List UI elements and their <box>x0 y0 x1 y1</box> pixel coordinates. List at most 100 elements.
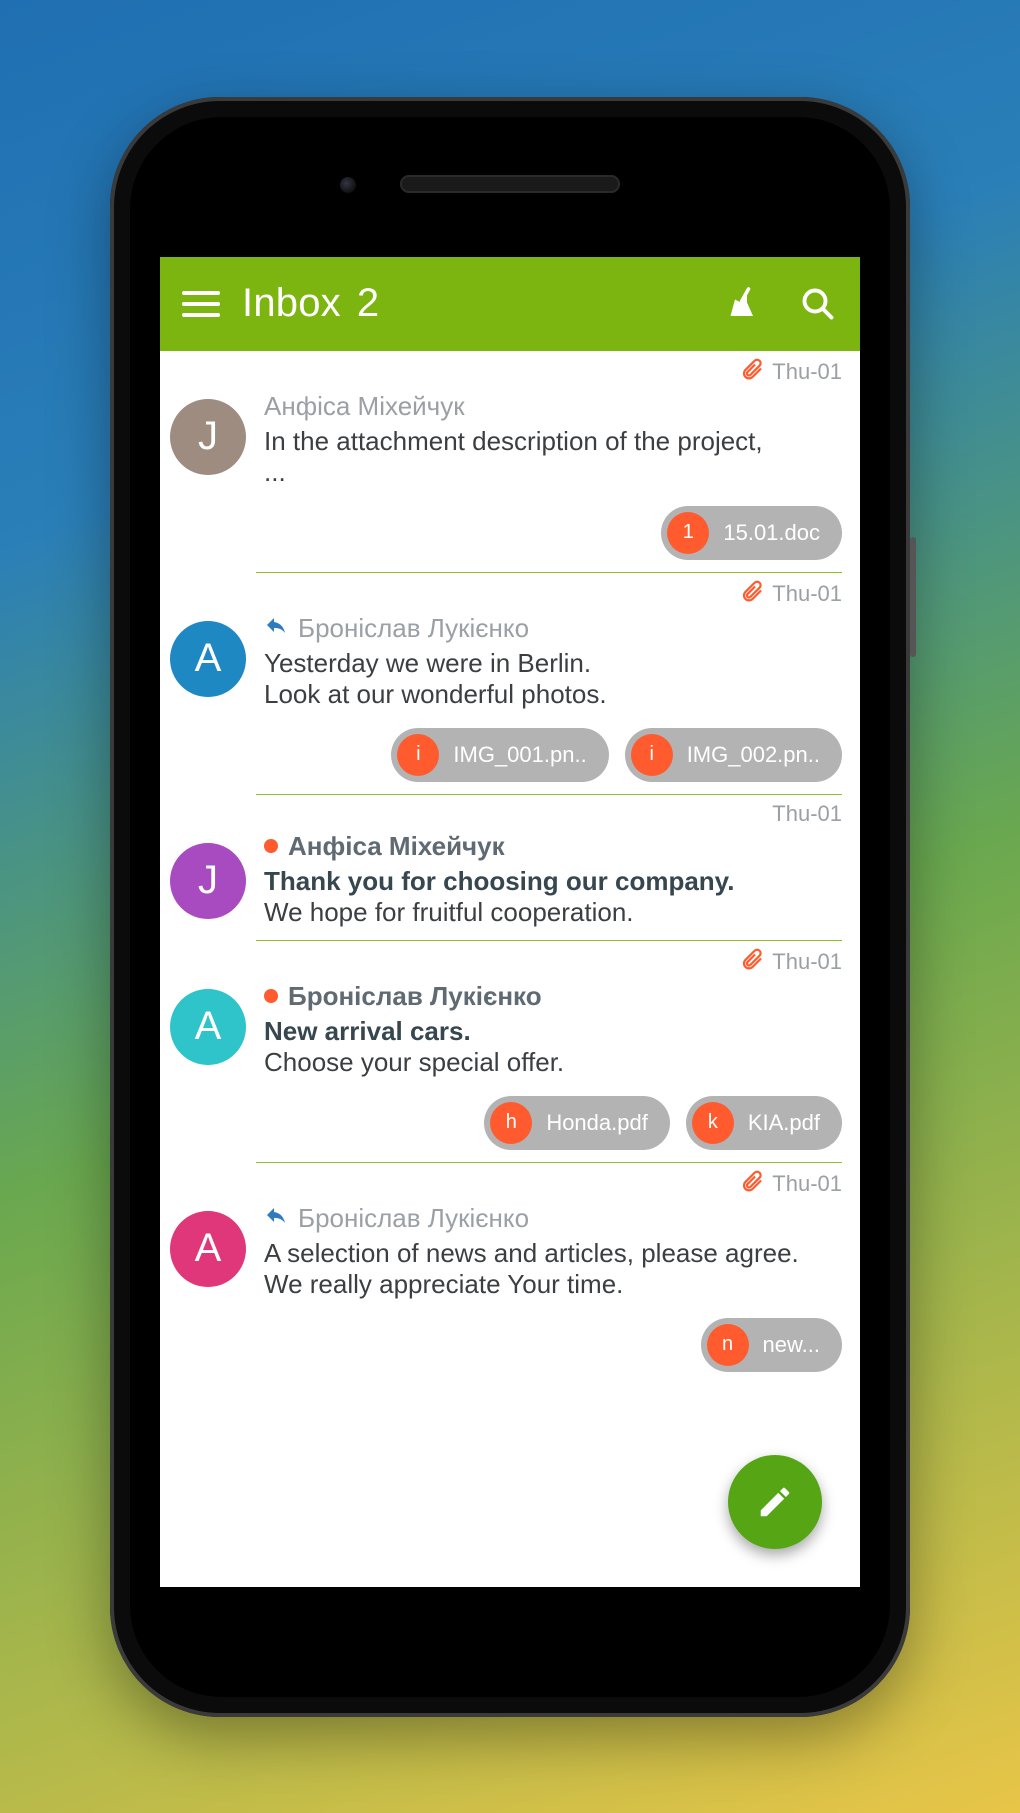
unread-count: 2 <box>357 281 379 326</box>
avatar[interactable]: J <box>170 399 246 475</box>
attachment-chip[interactable]: hHonda.pdf <box>484 1096 670 1150</box>
search-icon <box>800 286 836 322</box>
chip-bullet: i <box>631 734 673 776</box>
message-date: Thu-01 <box>772 581 842 607</box>
avatar-letter: J <box>198 414 218 459</box>
power-button <box>910 537 916 657</box>
attachment-chip[interactable]: 1 15.01.doc <box>661 506 842 560</box>
message-body: Thu-01 Броніслав Лукієнко New arrival cars… <box>256 941 842 1163</box>
message-row[interactable]: A Thu-01 Броніслав Лукієнко New arrival car… <box>160 941 860 1163</box>
avatar[interactable]: A <box>170 621 246 697</box>
page-title: Inbox <box>242 281 341 326</box>
avatar[interactable]: A <box>170 989 246 1065</box>
reply-icon <box>264 1203 288 1234</box>
sender-name: Броніслав Лукієнко <box>298 613 529 644</box>
menu-button[interactable] <box>178 281 224 327</box>
attachment-chip[interactable]: n new... <box>701 1318 842 1372</box>
attachment-icon <box>740 357 764 387</box>
sweep-button[interactable] <box>724 284 764 324</box>
message-date: Thu-01 <box>772 359 842 385</box>
reply-icon <box>264 613 288 644</box>
sender-name: Броніслав Лукієнко <box>298 1203 529 1234</box>
message-body: Thu-01 Анфіса Міхейчук In the attachment d… <box>256 351 842 573</box>
avatar-col: J <box>160 351 256 573</box>
message-row[interactable]: J Thu-01 Анфіса Міхейчук Thank you for choo… <box>160 795 860 941</box>
avatar[interactable]: A <box>170 1211 246 1287</box>
appbar-actions <box>724 284 838 324</box>
compose-button[interactable] <box>728 1455 822 1549</box>
app-screen: Inbox 2 <box>160 257 860 1587</box>
avatar-col: A <box>160 1163 256 1384</box>
chip-label: new... <box>763 1332 820 1358</box>
sender-row: Броніслав Лукієнко <box>264 1203 842 1234</box>
unread-dot-icon <box>264 989 278 1003</box>
attachment-chip-row: hHonda.pdf k KIA.pdf <box>264 1096 842 1150</box>
avatar-letter: A <box>195 636 222 681</box>
preview-line: ... <box>264 457 842 488</box>
sender-name: Анфіса Міхейчук <box>264 391 465 422</box>
message-row[interactable]: J Thu-01 Анфіса Міхейчук In the attachment … <box>160 351 860 573</box>
attachment-chip-row: n new... <box>264 1318 842 1372</box>
phone-inner: Inbox 2 <box>130 117 890 1697</box>
unread-dot-icon <box>264 839 278 853</box>
message-list[interactable]: J Thu-01 Анфіса Міхейчук In the attachment … <box>160 351 860 1587</box>
message-row[interactable]: A Thu-01 Броніслав Лукієнко Yesterday we we… <box>160 573 860 795</box>
attachment-icon <box>740 579 764 609</box>
chip-bullet: k <box>692 1102 734 1144</box>
attachment-chip-row: i IMG_001.pn.. i IMG_002.pn.. <box>264 728 842 782</box>
chip-bullet: h <box>490 1102 532 1144</box>
menu-icon <box>182 291 220 295</box>
chip-label: IMG_001.pn.. <box>453 742 586 768</box>
avatar[interactable]: J <box>170 843 246 919</box>
message-body: Thu-01 Анфіса Міхейчук Thank you for choos… <box>256 795 842 941</box>
preview-line: Look at our wonderful photos. <box>264 679 842 710</box>
subject-line: A selection of news and articles, please… <box>264 1238 842 1269</box>
attachment-chip-row: 1 15.01.doc <box>264 506 842 560</box>
attachment-icon <box>740 1169 764 1199</box>
meta-row: Thu-01 <box>264 795 842 829</box>
chip-label: IMG_002.pn.. <box>687 742 820 768</box>
subject-line: In the attachment description of the pro… <box>264 426 842 457</box>
subject-line: New arrival cars. <box>264 1016 842 1047</box>
sender-row: Анфіса Міхейчук <box>264 391 842 422</box>
meta-row: Thu-01 <box>264 573 842 611</box>
sender-row: Анфіса Міхейчук <box>264 831 842 862</box>
attachment-chip[interactable]: i IMG_001.pn.. <box>391 728 608 782</box>
chip-bullet: n <box>707 1324 749 1366</box>
preview-line: Choose your special offer. <box>264 1047 842 1078</box>
chip-label: KIA.pdf <box>748 1110 820 1136</box>
message-body: Thu-01 Броніслав Лукієнко A selection of n… <box>256 1163 842 1384</box>
avatar-letter: J <box>198 858 218 903</box>
meta-row: Thu-01 <box>264 351 842 389</box>
attachment-chip[interactable]: k KIA.pdf <box>686 1096 842 1150</box>
chip-bullet: 1 <box>667 512 709 554</box>
attachment-icon <box>740 947 764 977</box>
message-row[interactable]: A Thu-01 Броніслав Лукієнко A selection of … <box>160 1163 860 1384</box>
message-date: Thu-01 <box>772 1171 842 1197</box>
avatar-col: J <box>160 795 256 941</box>
avatar-col: A <box>160 941 256 1163</box>
meta-row: Thu-01 <box>264 1163 842 1201</box>
search-button[interactable] <box>798 284 838 324</box>
sender-row: Броніслав Лукієнко <box>264 613 842 644</box>
chip-bullet: i <box>397 734 439 776</box>
message-date: Thu-01 <box>772 949 842 975</box>
sender-row: Броніслав Лукієнко <box>264 981 842 1012</box>
phone-frame: Inbox 2 <box>110 97 910 1717</box>
avatar-col: A <box>160 573 256 795</box>
attachment-chip[interactable]: i IMG_002.pn.. <box>625 728 842 782</box>
subject-line: Thank you for choosing our company. <box>264 866 842 897</box>
preview-line: We really appreciate Your time. <box>264 1269 842 1300</box>
sweep-icon <box>726 286 762 322</box>
meta-row: Thu-01 <box>264 941 842 979</box>
message-date: Thu-01 <box>772 801 842 827</box>
title-wrap: Inbox 2 <box>242 281 724 326</box>
sender-name: Броніслав Лукієнко <box>288 981 542 1012</box>
subject-line: Yesterday we were in Berlin. <box>264 648 842 679</box>
preview-line: We hope for fruitful cooperation. <box>264 897 842 928</box>
phone-speaker <box>400 175 620 193</box>
avatar-letter: A <box>195 1004 222 1049</box>
chip-label: 15.01.doc <box>723 520 820 546</box>
phone-camera <box>340 177 356 193</box>
compose-icon <box>756 1483 794 1521</box>
